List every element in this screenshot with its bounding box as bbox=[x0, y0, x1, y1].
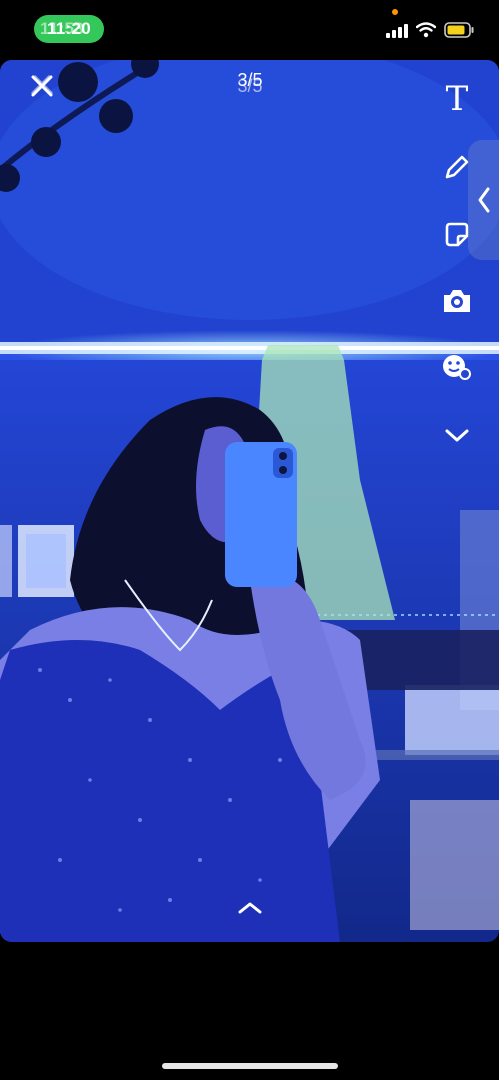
story-photo bbox=[0, 60, 499, 942]
close-icon bbox=[31, 75, 53, 97]
status-time: 11:20 bbox=[46, 19, 92, 38]
phone-in-mirror bbox=[225, 442, 297, 587]
emoji-effect-icon bbox=[443, 355, 471, 380]
more-tools-button[interactable] bbox=[438, 416, 476, 454]
signal-icon bbox=[386, 24, 408, 38]
chevron-down-icon bbox=[445, 429, 469, 442]
text-tool-icon: T bbox=[445, 79, 469, 119]
home-indicator[interactable] bbox=[162, 1063, 338, 1069]
swipe-up-button[interactable] bbox=[232, 896, 268, 920]
side-panel-tab[interactable] bbox=[468, 140, 499, 260]
story-media[interactable]: 3/5 3/5 T bbox=[0, 60, 499, 942]
lens-tool-button[interactable] bbox=[438, 282, 476, 320]
story-counter: 3/5 3/5 bbox=[226, 70, 274, 96]
recording-indicator-dot bbox=[392, 9, 398, 15]
close-button[interactable] bbox=[24, 68, 60, 104]
status-bar: 11:53 11:20 bbox=[0, 0, 499, 60]
camera-lens-icon bbox=[444, 290, 470, 312]
chevron-left-icon bbox=[478, 187, 489, 213]
effects-tool-button[interactable] bbox=[438, 348, 476, 386]
battery-icon bbox=[444, 22, 474, 38]
text-tool-button[interactable]: T bbox=[438, 80, 476, 118]
snapchat-story-screen: 11:53 11:20 3/5 3/5 T bbox=[0, 0, 499, 1080]
time-pill[interactable]: 11:53 11:20 bbox=[34, 15, 104, 43]
story-counter-ghost: 3/5 bbox=[237, 76, 263, 96]
chevron-up-icon bbox=[238, 902, 262, 914]
wifi-icon bbox=[416, 22, 436, 38]
